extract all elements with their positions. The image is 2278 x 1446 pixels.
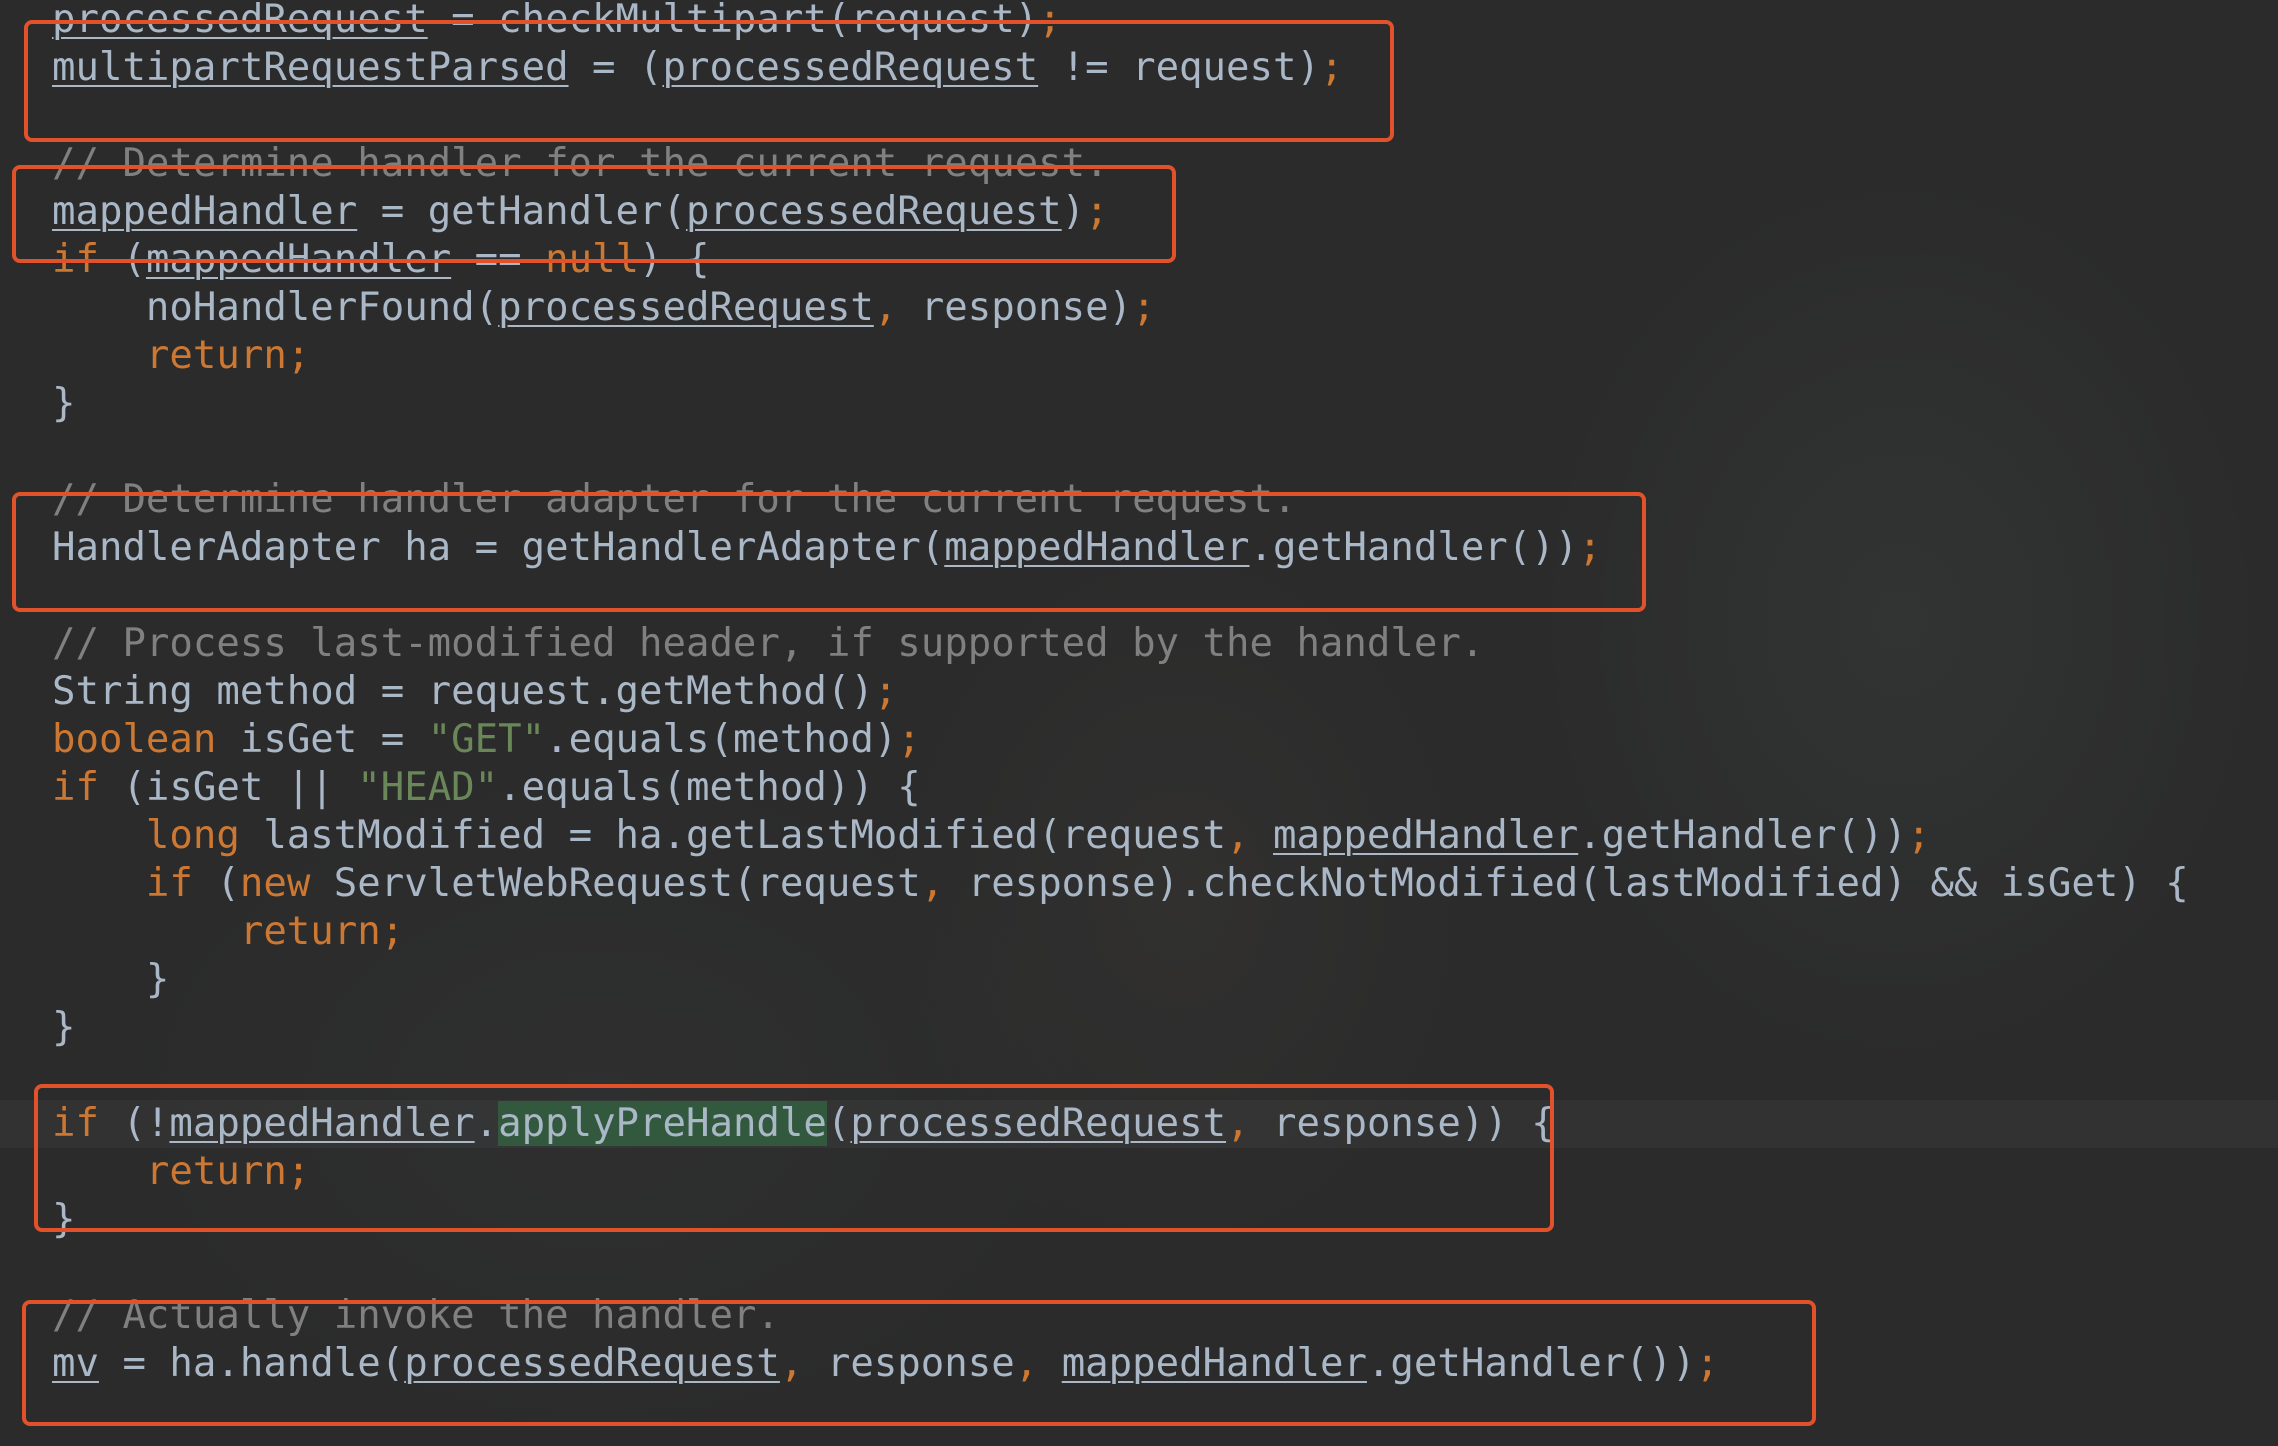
code-token: .getHandler())	[1578, 813, 1907, 858]
code-token: new	[239, 861, 311, 906]
code-token: "HEAD"	[357, 765, 499, 810]
code-token: mappedHandler	[1272, 813, 1579, 858]
code-token: .equals(method)	[545, 717, 898, 762]
code-token: ;	[1906, 813, 1931, 858]
code-token: return;	[145, 333, 311, 378]
code-token: ;	[897, 717, 921, 762]
code-token: ;	[1132, 285, 1156, 330]
code-token: ,	[873, 285, 898, 330]
code-line-21[interactable]: }	[52, 956, 2278, 1004]
code-token: response).checkNotModified(lastModified)…	[944, 861, 2189, 906]
code-token: processedRequest	[498, 285, 874, 330]
code-token: return;	[239, 909, 405, 954]
code-editor[interactable]: processedRequest = checkMultipart(reques…	[0, 0, 2278, 1446]
code-token: ,	[1226, 813, 1250, 858]
code-token: // Process last-modified header, if supp…	[52, 621, 1485, 666]
code-token: isGet =	[216, 717, 428, 762]
code-token: boolean	[52, 717, 217, 762]
code-token: lastModified = ha.getLastModified(reques…	[239, 813, 1227, 858]
highlight-box-invoke-handler	[22, 1300, 1816, 1426]
highlight-box-get-handler	[12, 165, 1176, 263]
code-line-10[interactable]	[52, 428, 2278, 476]
highlight-box-handler-adapter	[12, 492, 1646, 612]
code-line-20[interactable]: return;	[52, 908, 2278, 956]
code-token: if	[52, 765, 99, 810]
code-line-19[interactable]: if (new ServletWebRequest(request, respo…	[52, 860, 2278, 908]
code-token: (	[192, 861, 240, 906]
code-line-22[interactable]: }	[52, 1004, 2278, 1052]
highlight-box-prehandle	[34, 1084, 1554, 1232]
code-token: long	[145, 813, 240, 858]
code-line-18[interactable]: long lastModified = ha.getLastModified(r…	[52, 812, 2278, 860]
code-token: ServletWebRequest(request	[310, 861, 921, 906]
code-line-9[interactable]: }	[52, 380, 2278, 428]
code-line-27[interactable]	[52, 1244, 2278, 1292]
code-token: response)	[897, 285, 1133, 330]
code-token: }	[52, 957, 170, 1002]
code-line-7[interactable]: noHandlerFound(processedRequest, respons…	[52, 284, 2278, 332]
code-token: "GET"	[427, 717, 546, 762]
code-token: noHandlerFound(	[52, 285, 499, 330]
code-line-15[interactable]: String method = request.getMethod();	[52, 668, 2278, 716]
code-token: }	[52, 381, 76, 426]
code-token: (isGet ||	[98, 765, 358, 810]
code-token: ;	[873, 669, 898, 714]
code-line-8[interactable]: return;	[52, 332, 2278, 380]
code-line-14[interactable]: // Process last-modified header, if supp…	[52, 620, 2278, 668]
code-token: }	[52, 1005, 76, 1050]
code-token: String method = request.getMethod()	[52, 669, 874, 714]
code-line-16[interactable]: boolean isGet = "GET".equals(method);	[52, 716, 2278, 764]
code-token: .equals(method)) {	[498, 765, 921, 810]
code-token: ,	[920, 861, 945, 906]
code-line-17[interactable]: if (isGet || "HEAD".equals(method)) {	[52, 764, 2278, 812]
code-token: if	[145, 861, 193, 906]
highlight-box-multipart	[24, 20, 1394, 142]
